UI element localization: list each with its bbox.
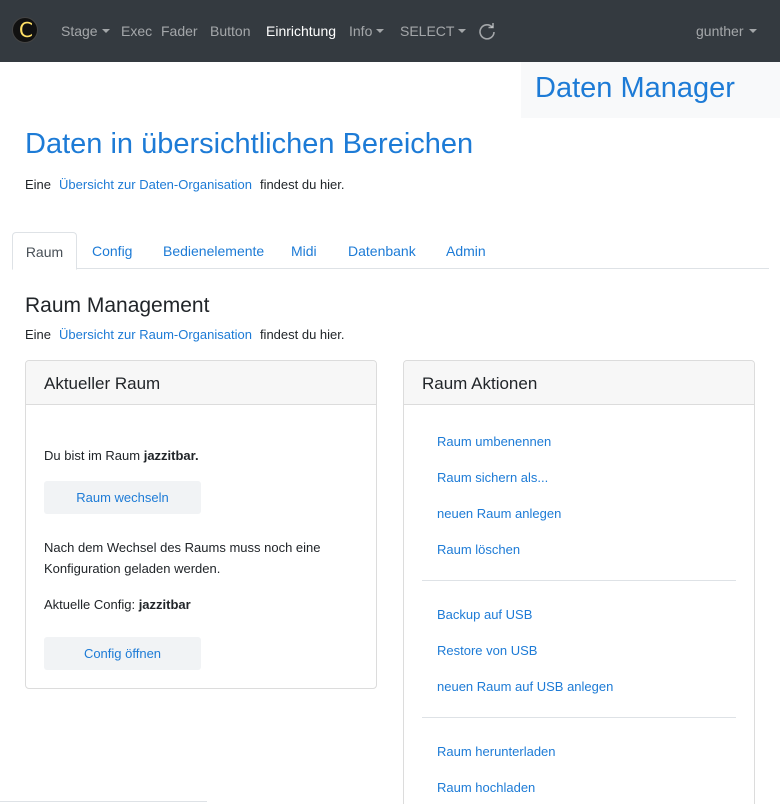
- data-organisation-link[interactable]: Übersicht zur Daten-Organisation: [59, 177, 252, 192]
- config-name: jazzitbar: [138, 597, 191, 612]
- new-room-link[interactable]: neuen Raum anlegen: [437, 506, 561, 522]
- manager-title: Daten Manager: [535, 72, 735, 104]
- backup-usb-link[interactable]: Backup auf USB: [437, 607, 532, 623]
- tab-admin[interactable]: Admin: [446, 232, 486, 269]
- save-room-as-link[interactable]: Raum sichern als...: [437, 470, 548, 486]
- chevron-down-icon: [749, 29, 758, 33]
- current-room-card-header: Aktueller Raum: [26, 361, 376, 405]
- footer-divider: [0, 801, 207, 802]
- room-actions-card: Raum Aktionen Raum umbenennen Raum siche…: [403, 360, 755, 804]
- room-organisation-link[interactable]: Übersicht zur Raum-Organisation: [59, 327, 252, 342]
- nav-item-button-label: Button: [210, 23, 251, 39]
- actions-divider: [422, 580, 736, 581]
- room-actions-card-header: Raum Aktionen: [404, 361, 754, 405]
- nav-item-fader-label: Fader: [161, 23, 198, 39]
- section-intro-prefix: Eine: [25, 327, 52, 342]
- chevron-down-icon: [458, 29, 467, 33]
- delete-room-link[interactable]: Raum löschen: [437, 542, 520, 558]
- room-actions-title: Raum Aktionen: [422, 374, 538, 393]
- nav-item-select[interactable]: SELECT: [400, 23, 467, 40]
- top-navbar: C Stage Exec Fader Button Einrichtung In…: [0, 0, 780, 62]
- tab-bar: Raum Config Bedienelemente Midi Datenban…: [12, 232, 769, 270]
- switch-room-button[interactable]: Raum wechseln: [44, 481, 201, 514]
- open-config-button[interactable]: Config öffnen: [44, 637, 201, 670]
- nav-item-einrichtung[interactable]: Einrichtung: [266, 23, 336, 40]
- config-prefix: Aktuelle Config:: [44, 597, 136, 612]
- refresh-icon[interactable]: [477, 22, 497, 42]
- current-room-text: Du bist im Raum jazzitbar.: [44, 445, 199, 466]
- nav-item-fader[interactable]: Fader: [161, 23, 198, 40]
- logo-letter: C: [19, 18, 33, 42]
- nav-item-select-label: SELECT: [400, 23, 455, 39]
- nav-item-info-label: Info: [349, 23, 373, 39]
- restore-usb-link[interactable]: Restore von USB: [437, 643, 537, 659]
- chevron-down-icon: [376, 29, 385, 33]
- nav-item-info[interactable]: Info: [349, 23, 385, 40]
- download-room-link[interactable]: Raum herunterladen: [437, 744, 556, 760]
- intro-prefix: Eine: [25, 177, 52, 192]
- nav-item-exec[interactable]: Exec: [121, 23, 152, 40]
- current-config-text: Aktuelle Config: jazzitbar: [44, 594, 191, 615]
- room-prefix: Du bist im Raum: [44, 448, 141, 463]
- note-line-2: Konfiguration geladen werden.: [44, 561, 221, 576]
- rename-room-link[interactable]: Raum umbenennen: [437, 434, 551, 450]
- app-logo[interactable]: C: [12, 17, 38, 43]
- section-intro: Eine Übersicht zur Raum-Organisation finde…: [25, 327, 345, 343]
- actions-divider: [422, 717, 736, 718]
- manager-header: Daten Manager: [521, 62, 780, 118]
- page-title: Daten in übersichtlichen Bereichen: [25, 128, 474, 160]
- section-intro-suffix: findest du hier.: [259, 327, 345, 342]
- tab-bedienelemente[interactable]: Bedienelemente: [163, 232, 264, 269]
- note-line-1: Nach dem Wechsel des Raums muss noch ein…: [44, 540, 321, 555]
- nav-item-stage-label: Stage: [61, 23, 98, 39]
- user-menu[interactable]: gunther: [696, 23, 758, 40]
- nav-item-button[interactable]: Button: [210, 23, 250, 40]
- tab-midi[interactable]: Midi: [291, 232, 317, 269]
- nav-item-einrichtung-label: Einrichtung: [266, 23, 337, 39]
- tab-raum[interactable]: Raum: [12, 232, 77, 270]
- intro-suffix: findest du hier.: [259, 177, 345, 192]
- page-intro: Eine Übersicht zur Daten-Organisation find…: [25, 177, 345, 193]
- nav-item-stage[interactable]: Stage: [61, 23, 110, 40]
- chevron-down-icon: [101, 29, 110, 33]
- section-title: Raum Management: [25, 294, 210, 317]
- room-name: jazzitbar.: [143, 448, 199, 463]
- current-room-title: Aktueller Raum: [44, 374, 161, 393]
- tab-config[interactable]: Config: [92, 232, 132, 269]
- tab-datenbank[interactable]: Datenbank: [348, 232, 416, 269]
- user-name: gunther: [696, 23, 744, 39]
- nav-item-exec-label: Exec: [121, 23, 153, 39]
- upload-room-link[interactable]: Raum hochladen: [437, 780, 535, 796]
- new-room-usb-link[interactable]: neuen Raum auf USB anlegen: [437, 679, 613, 695]
- current-room-card: Aktueller Raum Du bist im Raum jazzitbar…: [25, 360, 377, 689]
